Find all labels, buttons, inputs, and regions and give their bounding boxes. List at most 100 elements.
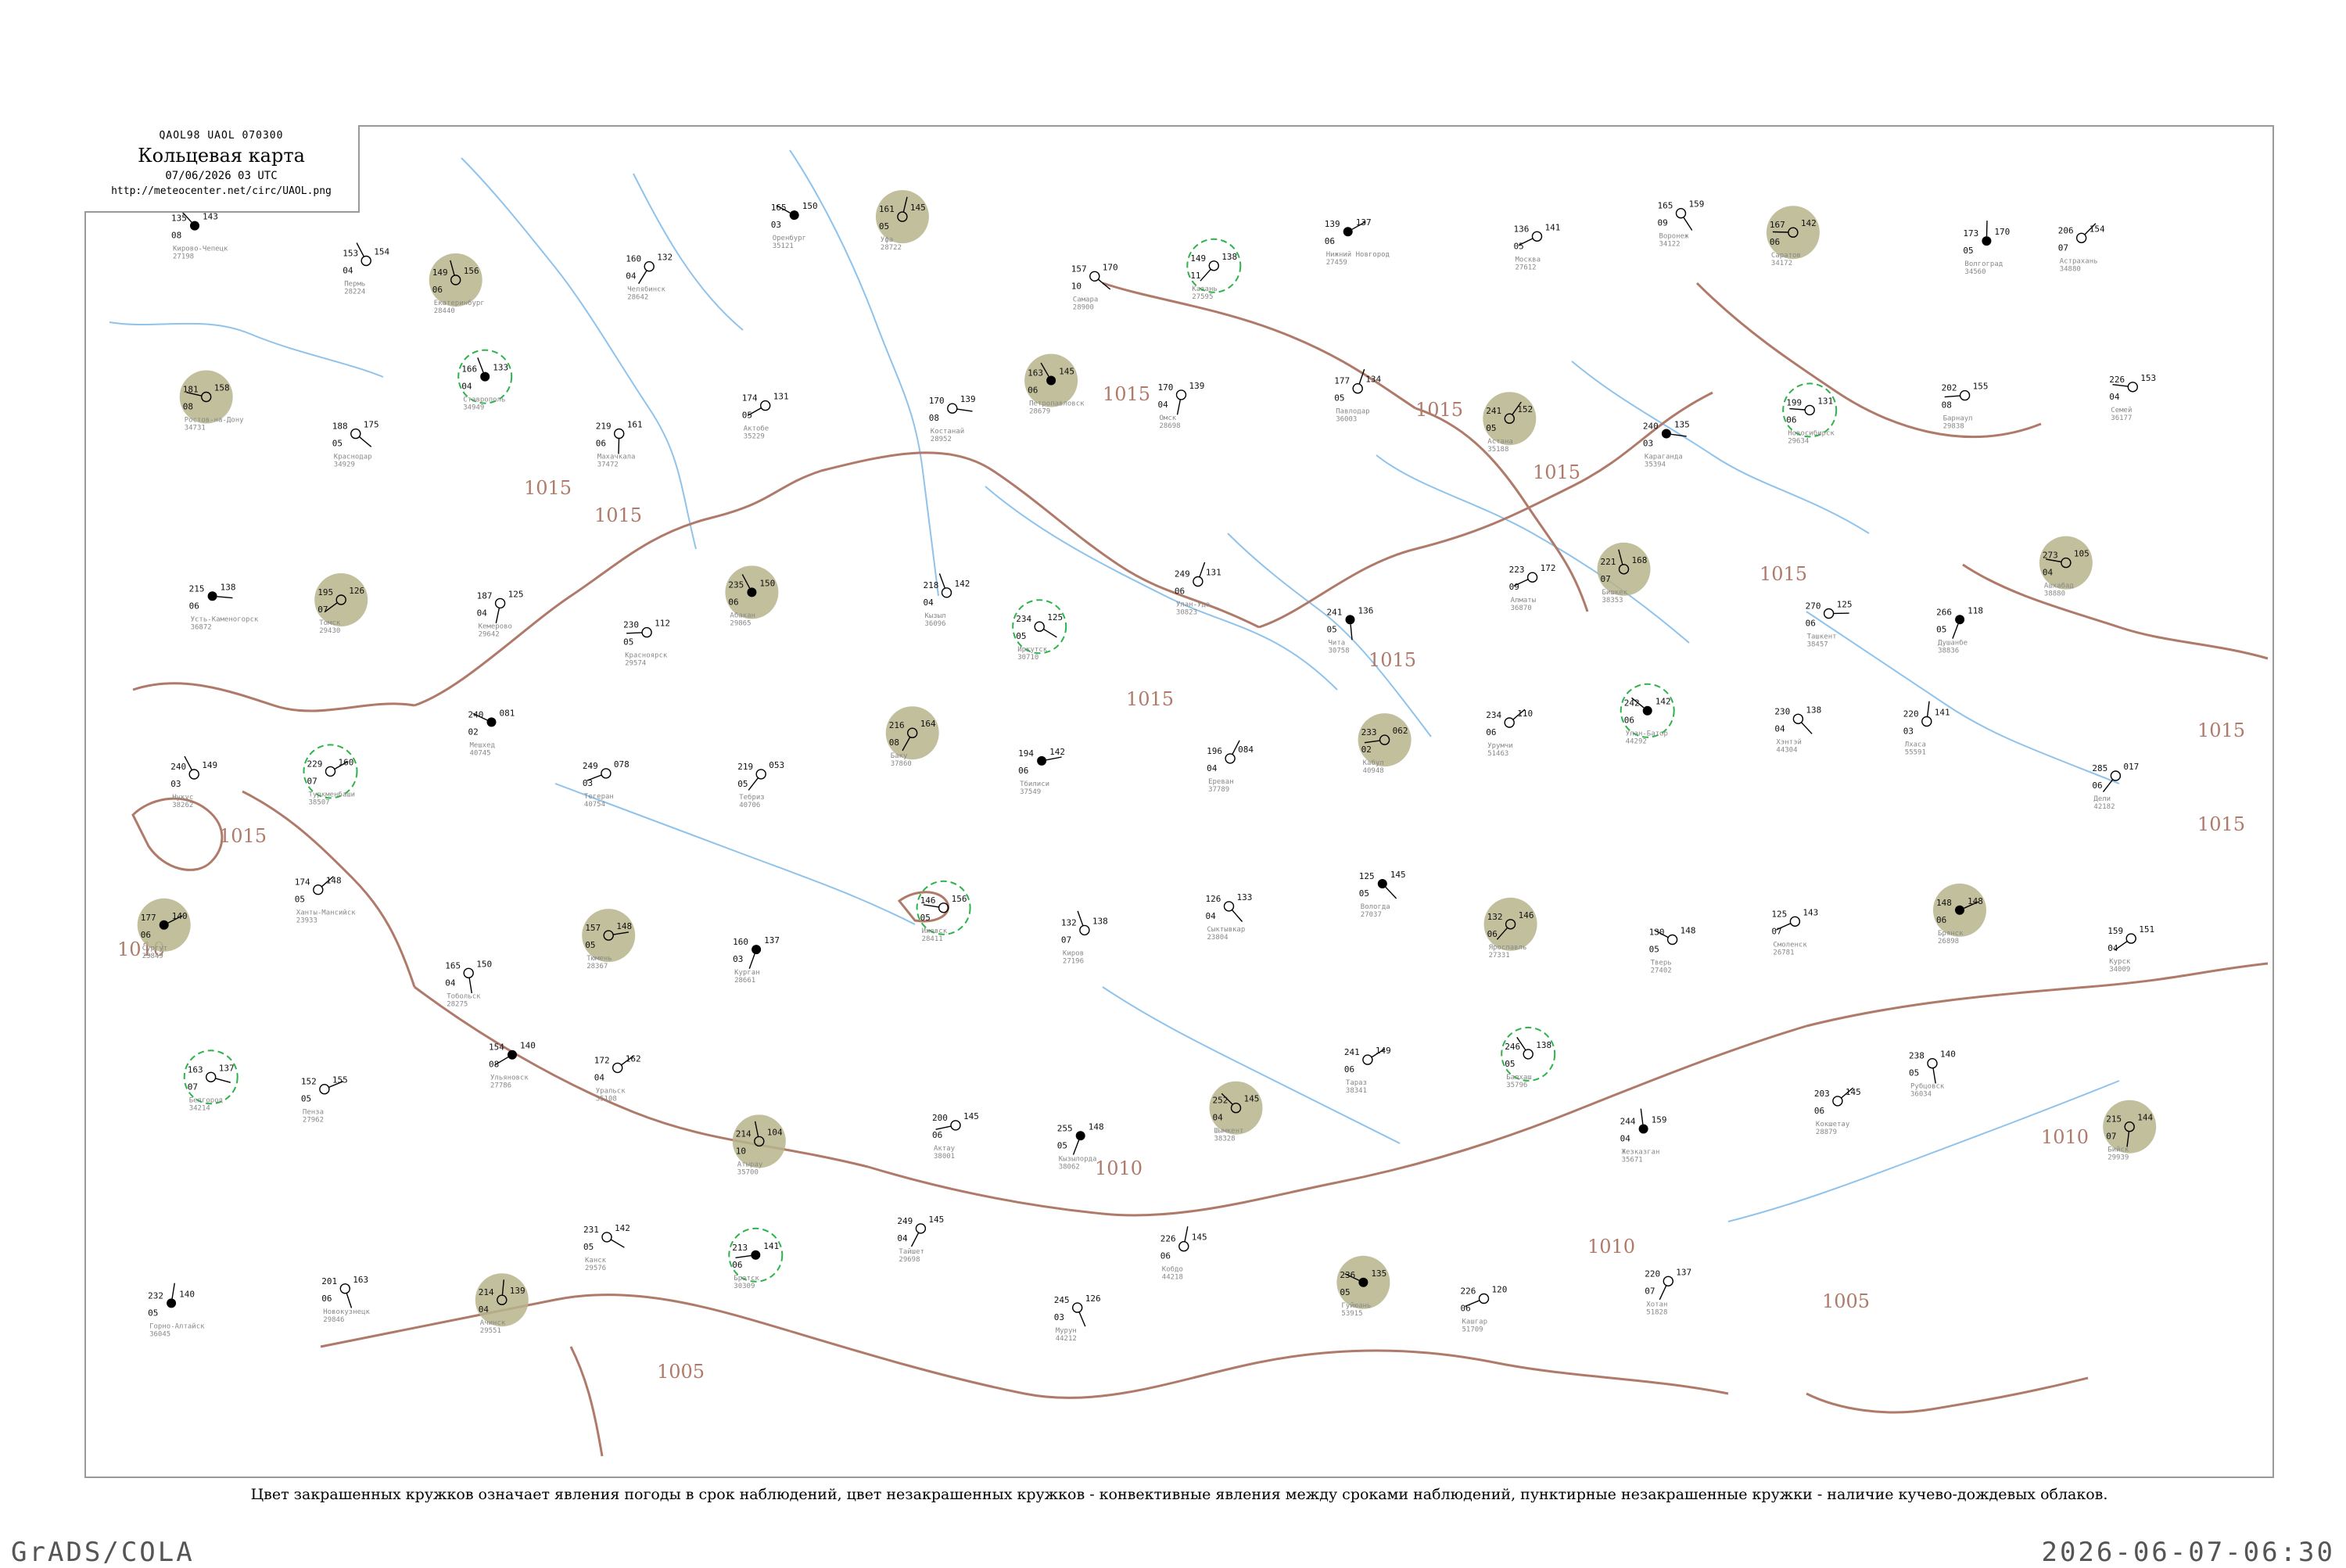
station-marker[interactable]: 19507126Томск29430 (314, 573, 368, 635)
station-marker[interactable]: 16004132Челябинск28642 (626, 253, 673, 302)
station-marker[interactable]: 19604084Ереван37789 (1207, 741, 1254, 794)
station-marker[interactable]: 23506150Абакан29865 (725, 565, 778, 627)
station-marker[interactable]: 21507144Бийск29939 (2103, 1100, 2156, 1162)
station-marker[interactable]: 23005112Красноярск29574 (623, 619, 670, 668)
station-marker[interactable]: 22606120Кашгар51709 (1461, 1285, 1508, 1334)
station-circle (951, 1121, 960, 1130)
station-marker[interactable]: 16003137Курган28661 (733, 935, 780, 985)
wind-barb (2113, 385, 2129, 386)
station-marker[interactable]: 23105142Канск29576 (583, 1223, 630, 1272)
station-marker[interactable]: 23302062Кабул40948 (1358, 713, 1412, 775)
station-marker[interactable]: 20607154Астрахань34880 (2058, 224, 2105, 274)
station-marker[interactable]: 15304154Пермь28224 (343, 243, 389, 296)
station-marker[interactable]: 20106163Новокузнецк29846 (321, 1275, 370, 1324)
station-marker[interactable]: 17706140Сургут23849 (138, 899, 191, 960)
station-marker[interactable]: 17305170Волгоград34560 (1963, 221, 2010, 276)
air-temperature: 160 (626, 254, 641, 264)
air-temperature: 249 (1175, 569, 1190, 579)
station-marker[interactable]: 22907160Туркменбаши38507 (304, 745, 357, 806)
station-marker[interactable]: 16503150Оренбург35121 (771, 201, 818, 250)
station-marker[interactable]: 23605135Гуйюань53915 (1336, 1256, 1390, 1318)
station-marker[interactable]: 24105136Чита30758 (1327, 605, 1374, 655)
station-marker[interactable]: 20208155Барнаул29838 (1942, 382, 1989, 431)
station-marker[interactable]: 17405148Ханты-Мансийск23933 (295, 876, 356, 925)
station-marker[interactable]: 22309172Алматы36870 (1509, 563, 1556, 612)
station-index: 35796 (1506, 1082, 1527, 1089)
station-marker[interactable]: 17004139Омск28698 (1158, 381, 1205, 430)
pressure-value: 139 (1189, 381, 1205, 391)
station-marker[interactable]: 17008139Костанай28952 (929, 394, 976, 443)
station-marker[interactable]: 24903078Тегеран40754 (583, 759, 630, 809)
air-temperature: 215 (2106, 1114, 2122, 1125)
station-marker[interactable]: 14906156Екатеринбург28440 (429, 253, 485, 315)
station-marker[interactable]: 24003135Караганда35394 (1643, 420, 1690, 469)
station-marker[interactable]: 14605156Ижевск28411 (917, 881, 970, 943)
station-marker[interactable]: 26605118Душанбе38836 (1936, 605, 1983, 655)
station-marker[interactable]: 19906131Новосибирск29634 (1783, 383, 1836, 445)
station-marker[interactable]: 16105145Уфа28722 (876, 190, 929, 252)
station-marker[interactable]: 15904151Курск34009 (2107, 924, 2154, 974)
station-marker[interactable]: 13508143Кирово-Чепецк27198 (171, 210, 228, 260)
station-marker[interactable]: 20306145Кокшетау28879 (1814, 1087, 1861, 1136)
station-marker[interactable]: 12604133Сыктывкар23804 (1206, 892, 1253, 942)
station-marker[interactable]: 13605141Москва27612 (1514, 222, 1561, 271)
station-marker[interactable]: 21608164Баку37860 (886, 706, 939, 768)
station-marker[interactable]: 13906137Нижний Новгород27459 (1325, 217, 1390, 267)
map-url-link[interactable]: http://meteocenter.net/circ/UAOL.png (84, 185, 358, 197)
station-marker[interactable]: 16706142Саратов34172 (1767, 206, 1820, 267)
station-marker[interactable]: 16306145Петропавловск28679 (1024, 354, 1085, 416)
station-marker[interactable]: 21906161Махачкала37472 (596, 420, 643, 469)
station-marker[interactable]: 28506017Дели42182 (2092, 762, 2139, 811)
station-marker[interactable]: 17705134Павлодар36003 (1334, 369, 1381, 424)
station-marker[interactable]: 23004138Хэнтэй44304 (1774, 705, 1821, 754)
station-marker[interactable]: 24904145Тайшет29698 (897, 1215, 944, 1264)
station-marker[interactable]: 13206146Ярославль27331 (1484, 898, 1537, 960)
station-marker[interactable]: 20006145Актау38001 (932, 1111, 979, 1161)
station-marker[interactable]: 16604133Ставрополь34949 (458, 350, 511, 412)
station-marker[interactable]: 15408140Ульяновск27786 (489, 1041, 536, 1090)
station-marker[interactable]: 21410104Атырау35700 (733, 1114, 786, 1176)
station-marker[interactable]: 21306141Братск30309 (729, 1229, 782, 1290)
station-marker[interactable]: 18108158Ростов-на-Дону34731 (180, 371, 244, 432)
station-marker[interactable]: 16509159Воронеж34122 (1658, 199, 1705, 249)
station-marker[interactable]: 23205140Горно-Алтайск36045 (148, 1283, 205, 1339)
station-marker[interactable]: 23805140Рубцовск36034 (1909, 1050, 1956, 1099)
station-marker[interactable]: 15205155Пенза27962 (301, 1075, 348, 1125)
station-marker[interactable]: 18704125Кемерово29642 (477, 589, 524, 638)
station-marker[interactable]: 27006125Ташкент38457 (1806, 600, 1853, 649)
station-marker[interactable]: 12505145Вологда27037 (1359, 870, 1406, 919)
station-marker[interactable]: 24605138Балхаш35796 (1501, 1028, 1555, 1089)
station-marker[interactable]: 18805175Краснодар34929 (332, 420, 379, 469)
station-marker[interactable]: 24206142Улан-Батор44292 (1621, 684, 1674, 746)
station-marker[interactable]: 12507143Смоленск26781 (1771, 907, 1818, 956)
station-marker[interactable]: 17204162Уральск35108 (594, 1053, 641, 1103)
station-marker[interactable]: 13207138Киров27196 (1061, 911, 1108, 966)
station-marker[interactable]: 22107168Бишкек38353 (1598, 543, 1651, 605)
station-marker[interactable]: 21506138Усть-Каменогорск36872 (189, 582, 259, 631)
station-marker[interactable]: 24106149Тараз38341 (1344, 1046, 1391, 1095)
station-marker[interactable]: 22007137Хотан51828 (1645, 1267, 1691, 1316)
station-marker[interactable]: 14806148Брянск26898 (1933, 884, 1986, 945)
station-marker[interactable]: 17405131Актобе35229 (742, 392, 789, 441)
station-marker[interactable]: 21804142Кызыл36096 (924, 573, 970, 627)
station-marker[interactable]: 16504150Тобольск28275 (445, 959, 492, 1008)
station-name: Уральск (596, 1087, 626, 1095)
station-marker[interactable]: 21404139Ачинск29551 (475, 1273, 529, 1335)
station-marker[interactable]: 13005148Тверь27402 (1649, 926, 1696, 975)
station-marker[interactable]: 19406142Тбилиси37549 (1018, 747, 1065, 796)
station-marker[interactable]: 21905053Тебриз40706 (737, 760, 784, 809)
station-marker[interactable]: 24105152Астана35188 (1483, 392, 1536, 454)
station-marker[interactable]: 23406110Урумчи51463 (1486, 709, 1533, 758)
station-marker[interactable]: 14911138Казань27595 (1187, 239, 1240, 301)
station-marker[interactable]: 27304105Ашхабад38880 (2039, 536, 2093, 598)
station-marker[interactable]: 23405125Иркутск30710 (1013, 600, 1066, 662)
station-marker[interactable]: 22003141Лхаса55591 (1903, 701, 1950, 757)
station-marker[interactable]: 24404159Жезказган35671 (1620, 1109, 1667, 1164)
station-marker[interactable]: 15705148Тюмень28367 (582, 909, 635, 971)
station-marker[interactable]: 22604153Семей36177 (2109, 373, 2156, 422)
station-marker[interactable]: 22606145Кобдо44218 (1160, 1226, 1207, 1282)
station-marker[interactable]: 24503126Мурун44212 (1054, 1294, 1101, 1343)
station-marker[interactable]: 24002081Мешхед40745 (468, 708, 515, 757)
station-marker[interactable]: 25204145Шымкент38328 (1210, 1082, 1263, 1143)
station-marker[interactable]: 16307137Белгород34214 (185, 1050, 238, 1112)
